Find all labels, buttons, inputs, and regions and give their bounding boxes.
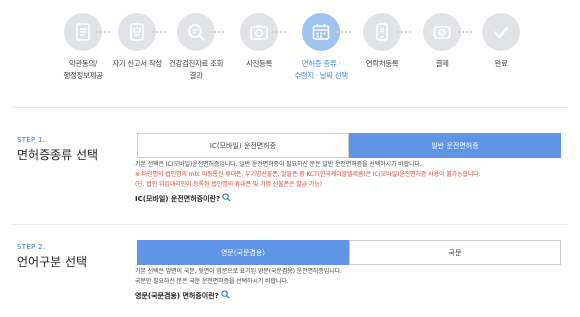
step-label-line1: 완료	[494, 59, 508, 68]
step-circle	[482, 13, 520, 51]
step1-description: 기본 선택은 IC(모바일)운전면허증입니다. 일반 운전면허증이 필요하신 분…	[135, 161, 422, 168]
step2-description-note: 국문만 필요하신 분은 국문 운전면허증을 선택하시기 바랍니다.	[135, 278, 289, 285]
step-circle	[118, 13, 156, 51]
english-license-info-link[interactable]: 영문(국문겸용) 면허증이란?	[135, 290, 230, 301]
divider	[12, 107, 568, 108]
step1-title: 면허증종류 선택	[17, 148, 99, 162]
option-english-license-button[interactable]: 영문(국문겸용)	[137, 240, 349, 265]
step-label-line2: 결과	[189, 71, 203, 80]
divider	[12, 224, 568, 225]
search-icon	[221, 290, 230, 301]
step-label-line2: 행정정보제공	[63, 71, 103, 80]
step-circle: W	[423, 13, 461, 51]
step-label-line1: 사진등록	[246, 59, 272, 68]
ic-license-info-link-label: IC(모바일) 운전면허증이란?	[135, 194, 221, 203]
step-label-line1: 연락처등록	[365, 59, 399, 68]
step-circle	[363, 13, 401, 51]
step2-number: STEP 2.	[17, 243, 46, 251]
ic-license-info-link[interactable]: IC(모바일) 운전면허증이란?	[135, 193, 231, 204]
option-korean-license-button[interactable]: 국문	[349, 240, 561, 265]
option-ic-license-button[interactable]: IC(모바일) 운전면허증	[137, 133, 349, 158]
step2-title: 언어구분 선택	[17, 255, 88, 269]
step-label: 완료	[460, 58, 542, 70]
step-label-line1: 약관동의/	[68, 59, 98, 68]
step-label-line1: 결제	[435, 59, 449, 68]
svg-text:W: W	[440, 30, 445, 36]
step-complete: 완료	[460, 13, 542, 70]
option-general-license-button[interactable]: 일반 운전면허증	[349, 133, 561, 158]
step-circle-active	[302, 13, 340, 51]
progress-steps: 약관동의/행정정보제공 자기 신고서 작성 건강검진자료 조회결과 사진등록	[0, 0, 580, 100]
step1-warning: ※ 타인명의·법인명의·mtc 이동통신 휴대폰, 우기명선불폰, 알뜰폰 중 …	[135, 171, 481, 178]
step-label-line1: 건강검진자료 조회	[169, 59, 223, 68]
step1-number: STEP 1.	[17, 136, 46, 144]
step1-warning-note: (단, 법인 위임대리인이 등록된 법인명의 휴대폰 및 기명 선불폰은 발급 …	[135, 181, 322, 188]
step-label-line2: 수령지 · 날짜 선택	[294, 71, 348, 80]
step-label-line1: 면허증 종류 ·	[301, 59, 341, 68]
search-icon	[222, 193, 231, 204]
english-license-info-link-label: 영문(국문겸용) 면허증이란?	[135, 291, 219, 300]
step2-description: 기본 선택은 앞면이 국문, 뒷면이 영문으로 표기된 영문(국문겸용) 운전면…	[135, 268, 342, 275]
